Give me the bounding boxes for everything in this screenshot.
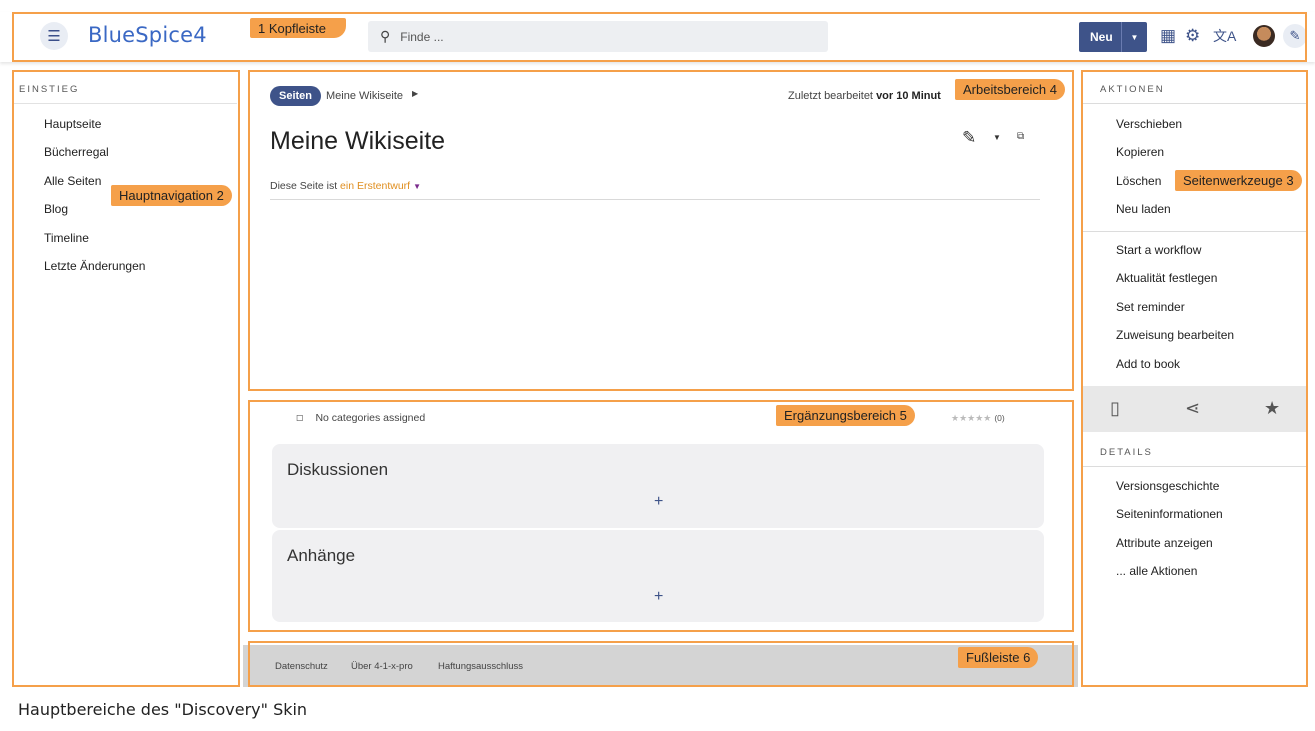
annotation-label-tools: Seitenwerkzeuge 3 <box>1175 170 1302 191</box>
figure-caption: Hauptbereiche des "Discovery" Skin <box>18 700 308 719</box>
annotation-frame-tools <box>1081 70 1308 687</box>
annotation-frame-footer <box>248 641 1074 687</box>
annotation-label-footer: Fußleiste 6 <box>958 647 1039 668</box>
annotation-frame-content <box>248 70 1074 391</box>
annotation-frame-header <box>12 12 1307 62</box>
annotation-frame-nav <box>12 70 240 687</box>
annotation-label-nav: Hauptnavigation 2 <box>111 185 232 206</box>
annotation-frame-extension <box>248 400 1074 632</box>
annotation-label-header: 1 Kopfleiste <box>250 18 346 38</box>
annotation-label-content: Arbeitsbereich 4 <box>955 79 1065 100</box>
annotation-label-extension: Ergänzungsbereich 5 <box>776 405 915 426</box>
